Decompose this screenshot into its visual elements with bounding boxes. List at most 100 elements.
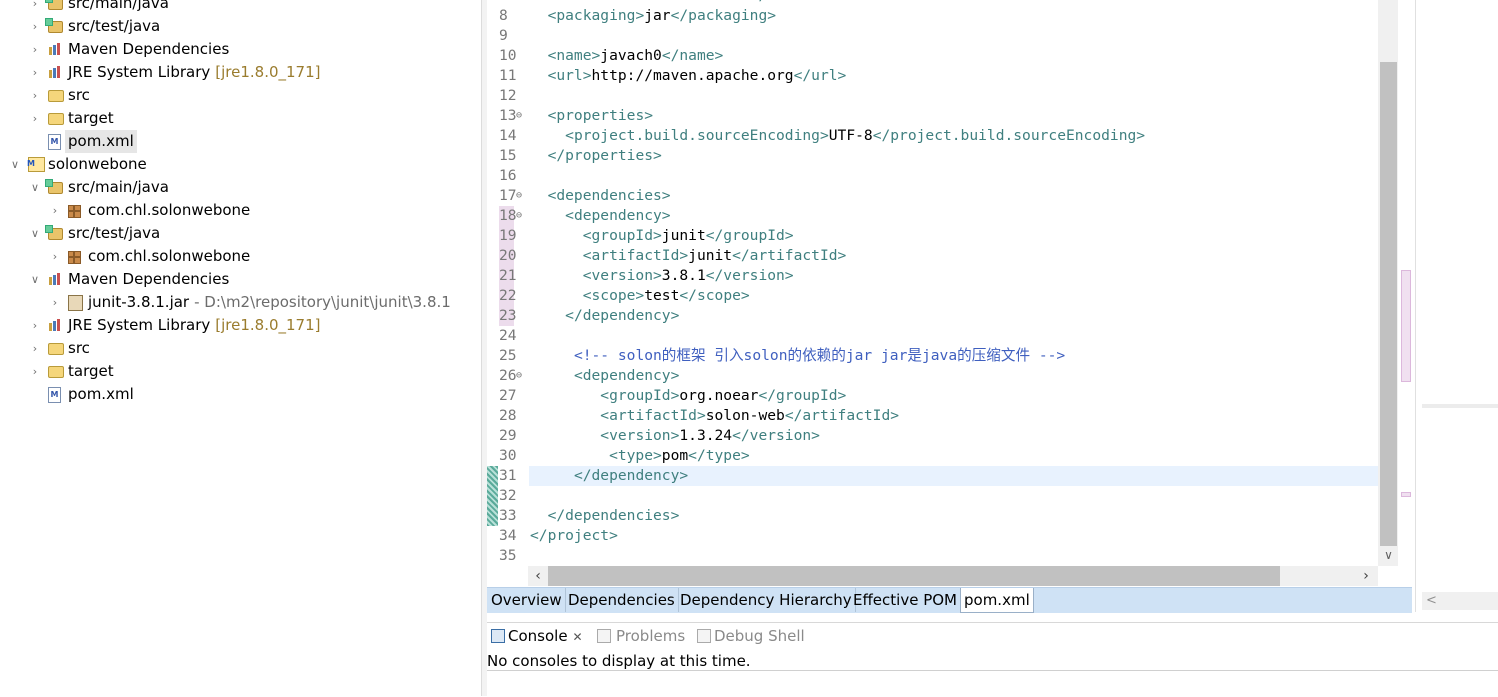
code-line[interactable]: 20 <artifactId>junit</artifactId> <box>0 246 1380 266</box>
xml-tag: <artifactId> <box>600 407 706 424</box>
code-line[interactable]: 23 </dependency> <box>0 306 1380 326</box>
xml-tag: <groupId> <box>600 387 680 404</box>
scroll-left-icon[interactable]: ‹ <box>528 566 548 586</box>
code-text: <dependencies> <box>530 186 671 206</box>
code-line[interactable]: 11 <url>http://maven.apache.org</url> <box>0 66 1380 86</box>
console-tab-label: Debug Shell <box>714 627 805 645</box>
code-line[interactable]: 28 <artifactId>solon-web</artifactId> <box>0 406 1380 426</box>
code-line[interactable]: 17 ⊖ <dependencies> <box>0 186 1380 206</box>
tab-console[interactable]: Console ✕ <box>508 625 583 647</box>
overview-marker[interactable] <box>1401 270 1411 382</box>
outline-horizontal-scrollbar[interactable]: < <box>1422 592 1498 610</box>
xml-tag: <scope> <box>582 287 645 304</box>
line-number: 9 <box>499 27 508 44</box>
code-line[interactable]: 12 <box>0 86 1380 106</box>
xml-tag: <dependency> <box>565 207 671 224</box>
line-number: 22 <box>499 287 517 304</box>
scroll-right-icon[interactable]: › <box>1356 566 1376 586</box>
fold-toggle-icon[interactable]: ⊖ <box>516 366 526 386</box>
tab-dependencies[interactable]: Dependencies <box>565 588 679 612</box>
line-number: 19 <box>499 227 517 244</box>
line-number: 28 <box>499 407 517 424</box>
code-line[interactable]: 15 </properties> <box>0 146 1380 166</box>
xml-tag: </version> <box>705 267 794 284</box>
code-line[interactable]: 31 </dependency> <box>0 466 1380 486</box>
code-line[interactable]: 35 <box>0 546 1380 566</box>
code-line[interactable]: 18 ⊖ <dependency> <box>0 206 1380 226</box>
code-line[interactable]: 30 <type>pom</type> <box>0 446 1380 466</box>
code-line[interactable]: 27 <groupId>org.noear</groupId> <box>0 386 1380 406</box>
overview-ruler[interactable] <box>1398 0 1412 566</box>
code-text: <name>javach0</name> <box>530 46 724 66</box>
xml-tag: <dependency> <box>573 367 680 384</box>
xml-value: junit <box>661 227 706 244</box>
code-line[interactable]: 34 </project> <box>0 526 1380 546</box>
xml-value: javach0 <box>600 47 662 64</box>
code-line[interactable]: 8 <packaging>jar</packaging> <box>0 6 1380 26</box>
code-text: </properties> <box>530 146 662 166</box>
xml-tag: </dependency> <box>565 307 680 324</box>
line-number: 11 <box>499 67 517 84</box>
xml-tag: </url> <box>793 67 847 84</box>
code-line[interactable]: 9 <box>0 26 1380 46</box>
line-number: 29 <box>499 427 517 444</box>
console-icon <box>491 629 505 643</box>
xml-tag: <url> <box>547 67 592 84</box>
fold-toggle-icon[interactable]: ⊖ <box>516 206 526 226</box>
code-line[interactable]: 32 <box>0 486 1380 506</box>
tab-debug-shell[interactable]: Debug Shell <box>714 625 805 647</box>
overview-marker[interactable] <box>1401 492 1411 497</box>
code-line[interactable]: 14 <project.build.sourceEncoding>UTF-8</… <box>0 126 1380 146</box>
scroll-down-icon[interactable]: ∨ <box>1380 546 1397 564</box>
xml-tag: <project.build.sourceEncoding> <box>565 127 829 144</box>
xml-value: UTF-8 <box>828 127 873 144</box>
code-line[interactable]: 29 <version>1.3.24</version> <box>0 426 1380 446</box>
xml-tag: <groupId> <box>582 227 662 244</box>
console-tab-label: Console <box>508 627 568 645</box>
line-number: 33 <box>499 507 517 524</box>
console-tab-divider <box>487 670 1498 671</box>
horizontal-scroll-thumb[interactable] <box>548 566 1280 586</box>
tab-problems[interactable]: Problems <box>616 625 685 647</box>
xml-tag: </project> <box>530 527 618 544</box>
code-line[interactable]: 19 <groupId>junit</groupId> <box>0 226 1380 246</box>
close-icon[interactable]: ✕ <box>573 630 583 644</box>
code-text: <type>pom</type> <box>530 446 750 466</box>
tab-dependency-hierarchy[interactable]: Dependency Hierarchy <box>677 588 856 612</box>
tab-pom-xml[interactable]: pom.xml <box>960 588 1034 613</box>
code-line[interactable]: 13 ⊖ <properties> <box>0 106 1380 126</box>
code-text: <version>1.3.24</version> <box>530 426 820 446</box>
panel-separator[interactable] <box>1422 404 1498 408</box>
xml-tag: <packaging> <box>547 7 645 24</box>
xml-tag: </project.build.sourceEncoding> <box>872 127 1146 144</box>
line-number: 8 <box>499 7 508 24</box>
code-line[interactable]: 25 <!-- solon的框架 引入solon的依赖的jar jar是java… <box>0 346 1380 366</box>
code-text: <groupId>org.noear</groupId> <box>530 386 846 406</box>
code-line[interactable]: 33 </dependencies> <box>0 506 1380 526</box>
debug-shell-icon <box>697 629 711 643</box>
code-line[interactable]: 22 <scope>test</scope> <box>0 286 1380 306</box>
code-line[interactable]: 10 <name>javach0</name> <box>0 46 1380 66</box>
line-number: 35 <box>499 547 517 564</box>
xml-comment: <!-- solon的框架 引入solon的依赖的jar jar是java的压缩… <box>573 347 1066 364</box>
xml-tag: </groupId> <box>758 387 847 404</box>
code-line[interactable]: 16 <box>0 166 1380 186</box>
xml-value: org.noear <box>679 387 759 404</box>
tab-overview[interactable]: Overview <box>488 588 566 612</box>
tab-effective-pom[interactable]: Effective POM <box>850 588 962 612</box>
xml-tag: </artifactId> <box>784 407 900 424</box>
code-line[interactable]: 21 <version>3.8.1</version> <box>0 266 1380 286</box>
code-line[interactable]: 26 ⊖ <dependency> <box>0 366 1380 386</box>
scroll-left-icon[interactable]: < <box>1426 592 1437 610</box>
line-number: 34 <box>499 527 517 544</box>
fold-toggle-icon[interactable]: ⊖ <box>516 106 526 126</box>
code-line[interactable]: 24 <box>0 326 1380 346</box>
fold-toggle-icon[interactable]: ⊖ <box>516 186 526 206</box>
xml-value: jar <box>644 7 671 24</box>
line-number: 20 <box>499 247 517 264</box>
xml-tag: </artifactId> <box>732 247 847 264</box>
vertical-scroll-thumb[interactable] <box>1380 62 1397 546</box>
line-number: 30 <box>499 447 517 464</box>
xml-value: 1.3.24 <box>679 427 733 444</box>
line-number: 12 <box>499 87 517 104</box>
